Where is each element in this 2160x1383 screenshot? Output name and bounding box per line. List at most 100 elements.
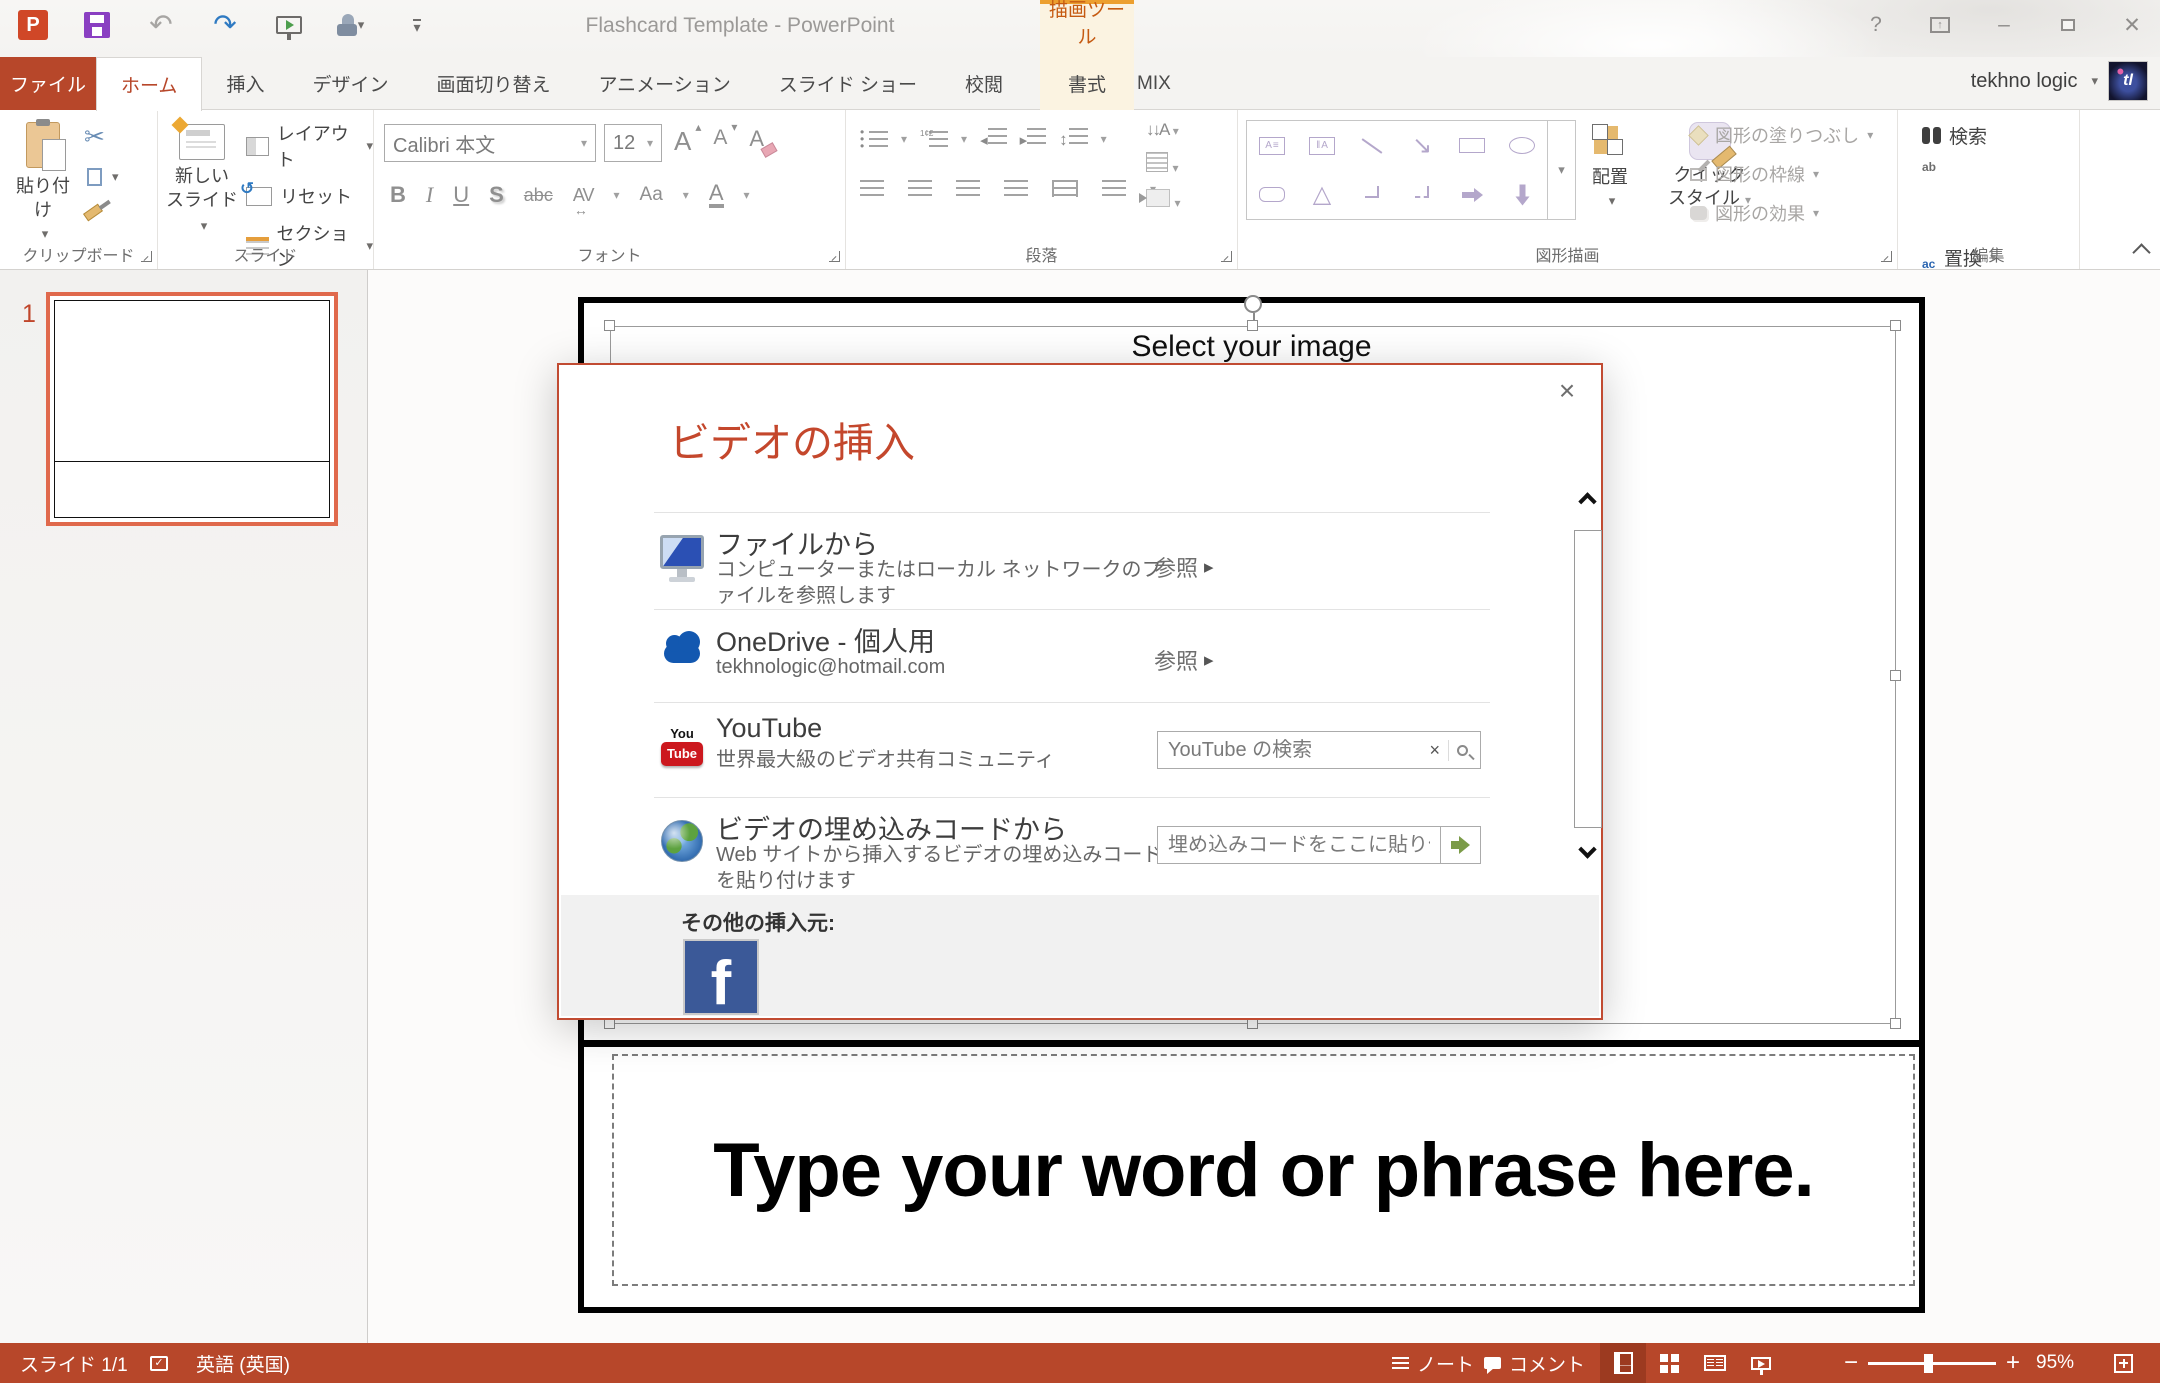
font-dialog-launcher[interactable] (829, 251, 840, 262)
cut-icon[interactable]: ✂ (84, 122, 105, 152)
normal-view-button[interactable] (1600, 1343, 1646, 1383)
find-button[interactable]: 検索 (1922, 122, 1998, 149)
reading-view-button[interactable] (1692, 1343, 1738, 1383)
italic-button[interactable]: I (426, 182, 433, 208)
line-spacing-icon[interactable]: ↕ (1059, 128, 1088, 150)
zoom-level[interactable]: 95% (2036, 1343, 2074, 1383)
tab-transitions[interactable]: 画面切り替え (412, 57, 574, 110)
clipboard-dialog-launcher[interactable] (141, 251, 152, 262)
customize-qat-button[interactable]: ▾ (400, 8, 434, 42)
convert-smartart-button[interactable]: ▾ (1146, 189, 1180, 212)
tab-design[interactable]: デザイン (288, 57, 412, 110)
zoom-slider-thumb[interactable] (1924, 1354, 1933, 1373)
text-direction-button[interactable]: ↓↓A ▾ (1146, 120, 1179, 140)
minimize-button[interactable]: – (1982, 10, 2026, 40)
numbering-icon[interactable] (929, 131, 948, 148)
youtube-search-input[interactable] (1158, 739, 1421, 762)
shape-gallery-more-button[interactable]: ▾ (1548, 120, 1576, 220)
align-center-icon[interactable] (908, 180, 932, 197)
font-size-combo[interactable]: 12▾ (604, 124, 662, 162)
rounded-rectangle-shape-icon[interactable] (1259, 187, 1285, 202)
bold-button[interactable]: B (390, 182, 406, 208)
underline-button[interactable]: U (453, 182, 469, 208)
new-slide-button[interactable]: 新しい スライド ▾ (164, 114, 240, 238)
arrow-shape-icon[interactable]: ↘ (1412, 134, 1432, 158)
browse-file-link[interactable]: 参照 (1154, 551, 1214, 583)
elbow-arrow-connector-icon[interactable] (1415, 186, 1429, 198)
slide-thumbnail[interactable] (46, 292, 338, 526)
slide-indicator[interactable]: スライド 1/1 (20, 1343, 128, 1383)
collapse-ribbon-button[interactable] (2132, 243, 2150, 261)
paragraph-dialog-launcher[interactable] (1221, 251, 1232, 262)
text-placeholder[interactable]: Type your word or phrase here. (612, 1054, 1915, 1286)
justify-icon[interactable] (1004, 180, 1028, 197)
rectangle-shape-icon[interactable] (1459, 138, 1485, 153)
selection-handle[interactable] (1247, 320, 1258, 331)
slide-sorter-view-button[interactable] (1646, 1343, 1692, 1383)
elbow-connector-icon[interactable] (1365, 186, 1379, 198)
notes-button[interactable]: ノート (1392, 1343, 1474, 1383)
format-painter-icon[interactable] (83, 204, 103, 222)
facebook-icon[interactable]: f (683, 939, 759, 1015)
tab-slideshow[interactable]: スライド ショー (755, 57, 941, 110)
align-left-icon[interactable] (860, 180, 884, 197)
right-block-arrow-icon[interactable] (1462, 188, 1483, 202)
vertical-text-box-icon[interactable]: ‖A (1309, 137, 1335, 155)
language-indicator[interactable]: 英語 (英国) (196, 1343, 290, 1383)
strikethrough-button[interactable]: abc (524, 185, 553, 206)
rotate-handle[interactable] (1244, 295, 1262, 313)
dialog-close-button[interactable]: × (1549, 373, 1585, 409)
line-shape-icon[interactable] (1362, 138, 1383, 153)
scroll-up-button[interactable] (1581, 495, 1594, 513)
fit-to-window-button[interactable] (2114, 1343, 2133, 1383)
shape-outline-button[interactable]: 図形の枠線▾ (1690, 161, 1873, 187)
help-button[interactable]: ? (1854, 10, 1898, 40)
selection-handle[interactable] (1890, 320, 1901, 331)
increase-indent-icon[interactable]: ▸ (1020, 128, 1047, 150)
clear-search-icon[interactable]: × (1421, 740, 1449, 761)
shape-fill-button[interactable]: 図形の塗りつぶし▾ (1690, 122, 1873, 148)
text-box-icon[interactable]: A≡ (1259, 137, 1285, 155)
dialog-scrollbar[interactable] (1574, 530, 1602, 828)
layout-button[interactable]: レイアウト▾ (246, 120, 373, 172)
shrink-font-button[interactable]: A▾ (713, 126, 727, 157)
tab-insert[interactable]: 挿入 (202, 57, 288, 110)
bullets-icon[interactable] (869, 131, 888, 148)
undo-button[interactable]: ↶ (144, 8, 178, 42)
slideshow-view-button[interactable] (1738, 1343, 1784, 1383)
copy-button[interactable]: ▾ (84, 168, 119, 186)
search-icon[interactable] (1457, 745, 1468, 756)
proofing-book-icon[interactable]: ✓ (150, 1343, 168, 1383)
zoom-in-button[interactable]: + (2000, 1349, 2026, 1377)
restore-button[interactable] (2046, 10, 2090, 40)
oval-shape-icon[interactable] (1509, 137, 1535, 154)
save-button[interactable] (80, 8, 114, 42)
triangle-shape-icon[interactable]: △ (1313, 183, 1331, 207)
zoom-out-button[interactable]: − (1838, 1349, 1864, 1377)
shape-effects-button[interactable]: 図形の効果▾ (1690, 200, 1873, 226)
tab-home[interactable]: ホーム (96, 57, 202, 111)
insert-embed-button[interactable] (1441, 826, 1481, 864)
comments-button[interactable]: コメント (1484, 1343, 1585, 1383)
tab-format[interactable]: 書式 (1040, 57, 1134, 110)
paste-button[interactable]: 貼り付け ▾ (8, 112, 78, 246)
redo-button[interactable]: ↷ (208, 8, 242, 42)
embed-code-input[interactable] (1158, 834, 1440, 857)
font-name-combo[interactable]: Calibri 本文▾ (384, 124, 596, 162)
account-area[interactable]: tekhno logic ▾ tl (1971, 61, 2148, 101)
change-case-button[interactable]: Aa (640, 184, 663, 206)
tab-file[interactable]: ファイル (0, 57, 96, 110)
start-slideshow-button[interactable] (272, 8, 306, 42)
selection-handle[interactable] (1890, 1018, 1901, 1029)
selection-handle[interactable] (1890, 670, 1901, 681)
align-text-button[interactable]: ▾ (1146, 152, 1178, 177)
ribbon-display-options-button[interactable]: ↑ (1918, 10, 1962, 40)
distribute-icon[interactable] (1052, 180, 1078, 197)
tab-animations[interactable]: アニメーション (574, 57, 754, 110)
arrange-button[interactable]: 配置 ▾ (1590, 122, 1630, 212)
grow-font-button[interactable]: A▴ (674, 126, 691, 157)
selection-handle[interactable] (604, 320, 615, 331)
columns-icon[interactable] (1102, 180, 1126, 197)
touch-mouse-mode-button[interactable]: ▾ (336, 8, 370, 42)
align-right-icon[interactable] (956, 180, 980, 197)
